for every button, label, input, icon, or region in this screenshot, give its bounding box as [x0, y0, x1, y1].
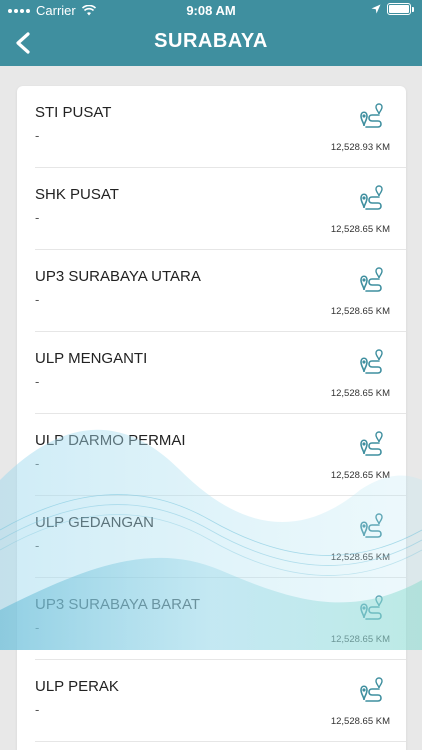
distance-label: 12,528.65 KM — [330, 552, 390, 563]
location-subtitle: - — [35, 702, 40, 717]
location-subtitle: - — [35, 210, 40, 225]
distance-label: 12,528.65 KM — [330, 716, 390, 727]
page-title: SURABAYA — [154, 30, 268, 52]
map-route-icon[interactable] — [352, 676, 386, 710]
location-name: ULP MENGANTI — [35, 350, 148, 367]
location-name: UP3 SURABAYA BARAT — [35, 596, 201, 613]
location-name: ULP PERAK — [35, 678, 119, 695]
location-subtitle: - — [35, 538, 40, 553]
map-route-icon[interactable] — [352, 184, 386, 218]
location-name: UP3 SURABAYA UTARA — [35, 268, 201, 285]
status-time: 9:08 AM — [186, 3, 236, 18]
distance-label: 12,528.65 KM — [330, 224, 390, 235]
location-name: STI PUSAT — [35, 104, 112, 121]
location-subtitle: - — [35, 374, 40, 389]
map-route-icon[interactable] — [352, 266, 386, 300]
location-subtitle: - — [35, 456, 40, 471]
list-item[interactable]: UP3 SURABAYA BARAT - 12,528.65 KM — [35, 578, 406, 660]
location-name: SHK PUSAT — [35, 186, 119, 203]
map-route-icon[interactable] — [352, 430, 386, 464]
map-route-icon[interactable] — [352, 102, 386, 136]
distance-label: 12,528.65 KM — [330, 634, 390, 645]
list-item[interactable]: ULP GEDANGAN - 12,528.65 KM — [35, 496, 406, 578]
distance-label: 12,528.93 KM — [330, 142, 390, 153]
location-subtitle: - — [35, 128, 40, 143]
location-name: ULP DARMO PERMAI — [35, 432, 186, 449]
map-route-icon[interactable] — [352, 512, 386, 546]
map-route-icon[interactable] — [352, 348, 386, 382]
location-arrow-icon — [371, 4, 381, 14]
list-item[interactable]: ULP PERAK - 12,528.65 KM — [35, 660, 406, 742]
location-subtitle: - — [35, 292, 40, 307]
location-name: ULP GEDANGAN — [35, 514, 154, 531]
list-item[interactable]: STI PUSAT - 12,528.93 KM — [35, 86, 406, 168]
distance-label: 12,528.65 KM — [330, 306, 390, 317]
list-item[interactable]: ULP DARMO PERMAI - 12,528.65 KM — [35, 414, 406, 496]
list-item[interactable]: SHK PUSAT - 12,528.65 KM — [35, 168, 406, 250]
navigation-bar: Carrier 9:08 AM SURABAYA — [0, 0, 422, 66]
map-route-icon[interactable] — [352, 594, 386, 628]
location-subtitle: - — [35, 620, 40, 635]
list-item[interactable]: ULP MENGANTI - 12,528.65 KM — [35, 332, 406, 414]
battery-icon — [387, 3, 411, 15]
location-list: STI PUSAT - 12,528.93 KM SHK PUSAT - 12,528.6… — [17, 86, 406, 750]
distance-label: 12,528.65 KM — [330, 470, 390, 481]
list-item[interactable]: UP3 SURABAYA UTARA - 12,528.65 KM — [35, 250, 406, 332]
status-bar: Carrier 9:08 AM — [0, 0, 422, 22]
distance-label: 12,528.65 KM — [330, 388, 390, 399]
